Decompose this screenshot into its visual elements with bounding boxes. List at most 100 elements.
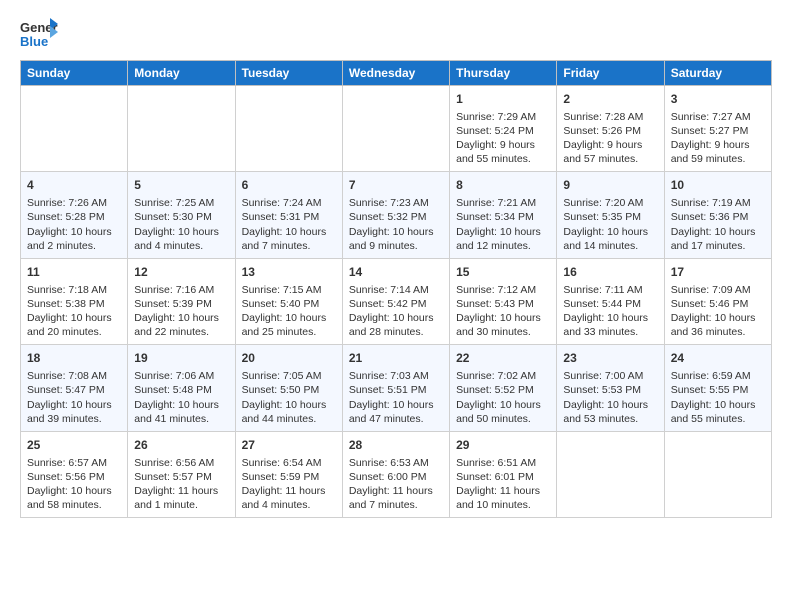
day-number: 23 [563,350,657,367]
day-number: 4 [27,177,121,194]
day-number: 19 [134,350,228,367]
calendar-cell: 4 Sunrise: 7:26 AM Sunset: 5:28 PM Daylig… [21,172,128,258]
header: GeneralBlue [20,16,772,54]
day-number: 5 [134,177,228,194]
day-info: Sunrise: 7:12 AM Sunset: 5:43 PM Dayligh… [456,283,550,340]
calendar-cell [557,431,664,517]
calendar-cell: 7Sunrise: 7:23 AM Sunset: 5:32 PM Daylig… [342,172,449,258]
calendar-header-monday: Monday [128,61,235,86]
calendar-week-2: 4 Sunrise: 7:26 AM Sunset: 5:28 PM Daylig… [21,172,772,258]
calendar-cell: 13 Sunrise: 7:15 AM Sunset: 5:40 PM Dayli… [235,258,342,344]
calendar-week-3: 11Sunrise: 7:18 AM Sunset: 5:38 PM Dayli… [21,258,772,344]
calendar-cell: 15 Sunrise: 7:12 AM Sunset: 5:43 PM Dayli… [450,258,557,344]
day-number: 12 [134,264,228,281]
day-info: Sunrise: 7:15 AM Sunset: 5:40 PM Dayligh… [242,283,336,340]
svg-text:Blue: Blue [20,34,48,49]
day-number: 27 [242,437,336,454]
calendar-cell: 27Sunrise: 6:54 AM Sunset: 5:59 PM Dayli… [235,431,342,517]
day-info: Sunrise: 7:19 AM Sunset: 5:36 PM Dayligh… [671,196,765,253]
calendar-cell: 26 Sunrise: 6:56 AM Sunset: 5:57 PM Dayli… [128,431,235,517]
day-info: Sunrise: 7:05 AM Sunset: 5:50 PM Dayligh… [242,369,336,426]
day-number: 17 [671,264,765,281]
day-info: Sunrise: 7:23 AM Sunset: 5:32 PM Dayligh… [349,196,443,253]
day-number: 13 [242,264,336,281]
day-info: Sunrise: 7:03 AM Sunset: 5:51 PM Dayligh… [349,369,443,426]
day-number: 21 [349,350,443,367]
day-info: Sunrise: 6:56 AM Sunset: 5:57 PM Dayligh… [134,456,228,513]
day-info: Sunrise: 7:27 AM Sunset: 5:27 PM Dayligh… [671,110,765,167]
day-info: Sunrise: 7:28 AM Sunset: 5:26 PM Dayligh… [563,110,657,167]
day-info: Sunrise: 6:57 AM Sunset: 5:56 PM Dayligh… [27,456,121,513]
calendar-cell: 1 Sunrise: 7:29 AM Sunset: 5:24 PM Daylig… [450,86,557,172]
day-number: 9 [563,177,657,194]
calendar: SundayMondayTuesdayWednesdayThursdayFrid… [20,60,772,518]
day-number: 24 [671,350,765,367]
day-info: Sunrise: 7:16 AM Sunset: 5:39 PM Dayligh… [134,283,228,340]
calendar-cell: 22 Sunrise: 7:02 AM Sunset: 5:52 PM Dayli… [450,345,557,431]
day-number: 16 [563,264,657,281]
calendar-cell [664,431,771,517]
calendar-header-saturday: Saturday [664,61,771,86]
calendar-week-1: 1 Sunrise: 7:29 AM Sunset: 5:24 PM Daylig… [21,86,772,172]
logo-svg-icon: GeneralBlue [20,16,58,54]
calendar-cell: 3 Sunrise: 7:27 AM Sunset: 5:27 PM Daylig… [664,86,771,172]
day-info: Sunrise: 7:18 AM Sunset: 5:38 PM Dayligh… [27,283,121,340]
calendar-cell: 21 Sunrise: 7:03 AM Sunset: 5:51 PM Dayli… [342,345,449,431]
calendar-header-sunday: Sunday [21,61,128,86]
calendar-cell: 25Sunrise: 6:57 AM Sunset: 5:56 PM Dayli… [21,431,128,517]
day-info: Sunrise: 7:11 AM Sunset: 5:44 PM Dayligh… [563,283,657,340]
day-info: Sunrise: 7:08 AM Sunset: 5:47 PM Dayligh… [27,369,121,426]
page: GeneralBlue SundayMondayTuesdayWednesday… [0,0,792,528]
day-number: 10 [671,177,765,194]
calendar-cell: 10 Sunrise: 7:19 AM Sunset: 5:36 PM Dayli… [664,172,771,258]
day-number: 8 [456,177,550,194]
day-info: Sunrise: 7:21 AM Sunset: 5:34 PM Dayligh… [456,196,550,253]
calendar-cell: 19Sunrise: 7:06 AM Sunset: 5:48 PM Dayli… [128,345,235,431]
calendar-cell: 11Sunrise: 7:18 AM Sunset: 5:38 PM Dayli… [21,258,128,344]
day-info: Sunrise: 7:26 AM Sunset: 5:28 PM Dayligh… [27,196,121,253]
calendar-week-5: 25Sunrise: 6:57 AM Sunset: 5:56 PM Dayli… [21,431,772,517]
calendar-cell: 18 Sunrise: 7:08 AM Sunset: 5:47 PM Dayli… [21,345,128,431]
calendar-cell: 29 Sunrise: 6:51 AM Sunset: 6:01 PM Dayli… [450,431,557,517]
logo: GeneralBlue [20,16,58,54]
calendar-cell: 23 Sunrise: 7:00 AM Sunset: 5:53 PM Dayli… [557,345,664,431]
calendar-cell: 16 Sunrise: 7:11 AM Sunset: 5:44 PM Dayli… [557,258,664,344]
day-number: 2 [563,91,657,108]
calendar-cell [235,86,342,172]
day-info: Sunrise: 7:00 AM Sunset: 5:53 PM Dayligh… [563,369,657,426]
calendar-cell [21,86,128,172]
calendar-header-thursday: Thursday [450,61,557,86]
calendar-cell: 9 Sunrise: 7:20 AM Sunset: 5:35 PM Daylig… [557,172,664,258]
day-info: Sunrise: 7:14 AM Sunset: 5:42 PM Dayligh… [349,283,443,340]
calendar-header-tuesday: Tuesday [235,61,342,86]
day-info: Sunrise: 7:09 AM Sunset: 5:46 PM Dayligh… [671,283,765,340]
calendar-week-4: 18 Sunrise: 7:08 AM Sunset: 5:47 PM Dayli… [21,345,772,431]
day-info: Sunrise: 7:02 AM Sunset: 5:52 PM Dayligh… [456,369,550,426]
day-info: Sunrise: 7:29 AM Sunset: 5:24 PM Dayligh… [456,110,550,167]
day-number: 20 [242,350,336,367]
calendar-cell: 8 Sunrise: 7:21 AM Sunset: 5:34 PM Daylig… [450,172,557,258]
calendar-header-wednesday: Wednesday [342,61,449,86]
day-number: 28 [349,437,443,454]
calendar-cell [342,86,449,172]
calendar-cell: 6 Sunrise: 7:24 AM Sunset: 5:31 PM Daylig… [235,172,342,258]
day-info: Sunrise: 6:59 AM Sunset: 5:55 PM Dayligh… [671,369,765,426]
calendar-cell: 14Sunrise: 7:14 AM Sunset: 5:42 PM Dayli… [342,258,449,344]
calendar-header-row: SundayMondayTuesdayWednesdayThursdayFrid… [21,61,772,86]
calendar-cell: 5Sunrise: 7:25 AM Sunset: 5:30 PM Daylig… [128,172,235,258]
day-number: 15 [456,264,550,281]
day-number: 6 [242,177,336,194]
calendar-cell: 12 Sunrise: 7:16 AM Sunset: 5:39 PM Dayli… [128,258,235,344]
day-number: 3 [671,91,765,108]
calendar-cell: 17 Sunrise: 7:09 AM Sunset: 5:46 PM Dayli… [664,258,771,344]
day-number: 26 [134,437,228,454]
calendar-cell: 24 Sunrise: 6:59 AM Sunset: 5:55 PM Dayli… [664,345,771,431]
day-info: Sunrise: 7:20 AM Sunset: 5:35 PM Dayligh… [563,196,657,253]
day-number: 22 [456,350,550,367]
day-info: Sunrise: 6:51 AM Sunset: 6:01 PM Dayligh… [456,456,550,513]
day-number: 18 [27,350,121,367]
day-number: 1 [456,91,550,108]
day-info: Sunrise: 7:24 AM Sunset: 5:31 PM Dayligh… [242,196,336,253]
calendar-cell [128,86,235,172]
day-number: 29 [456,437,550,454]
